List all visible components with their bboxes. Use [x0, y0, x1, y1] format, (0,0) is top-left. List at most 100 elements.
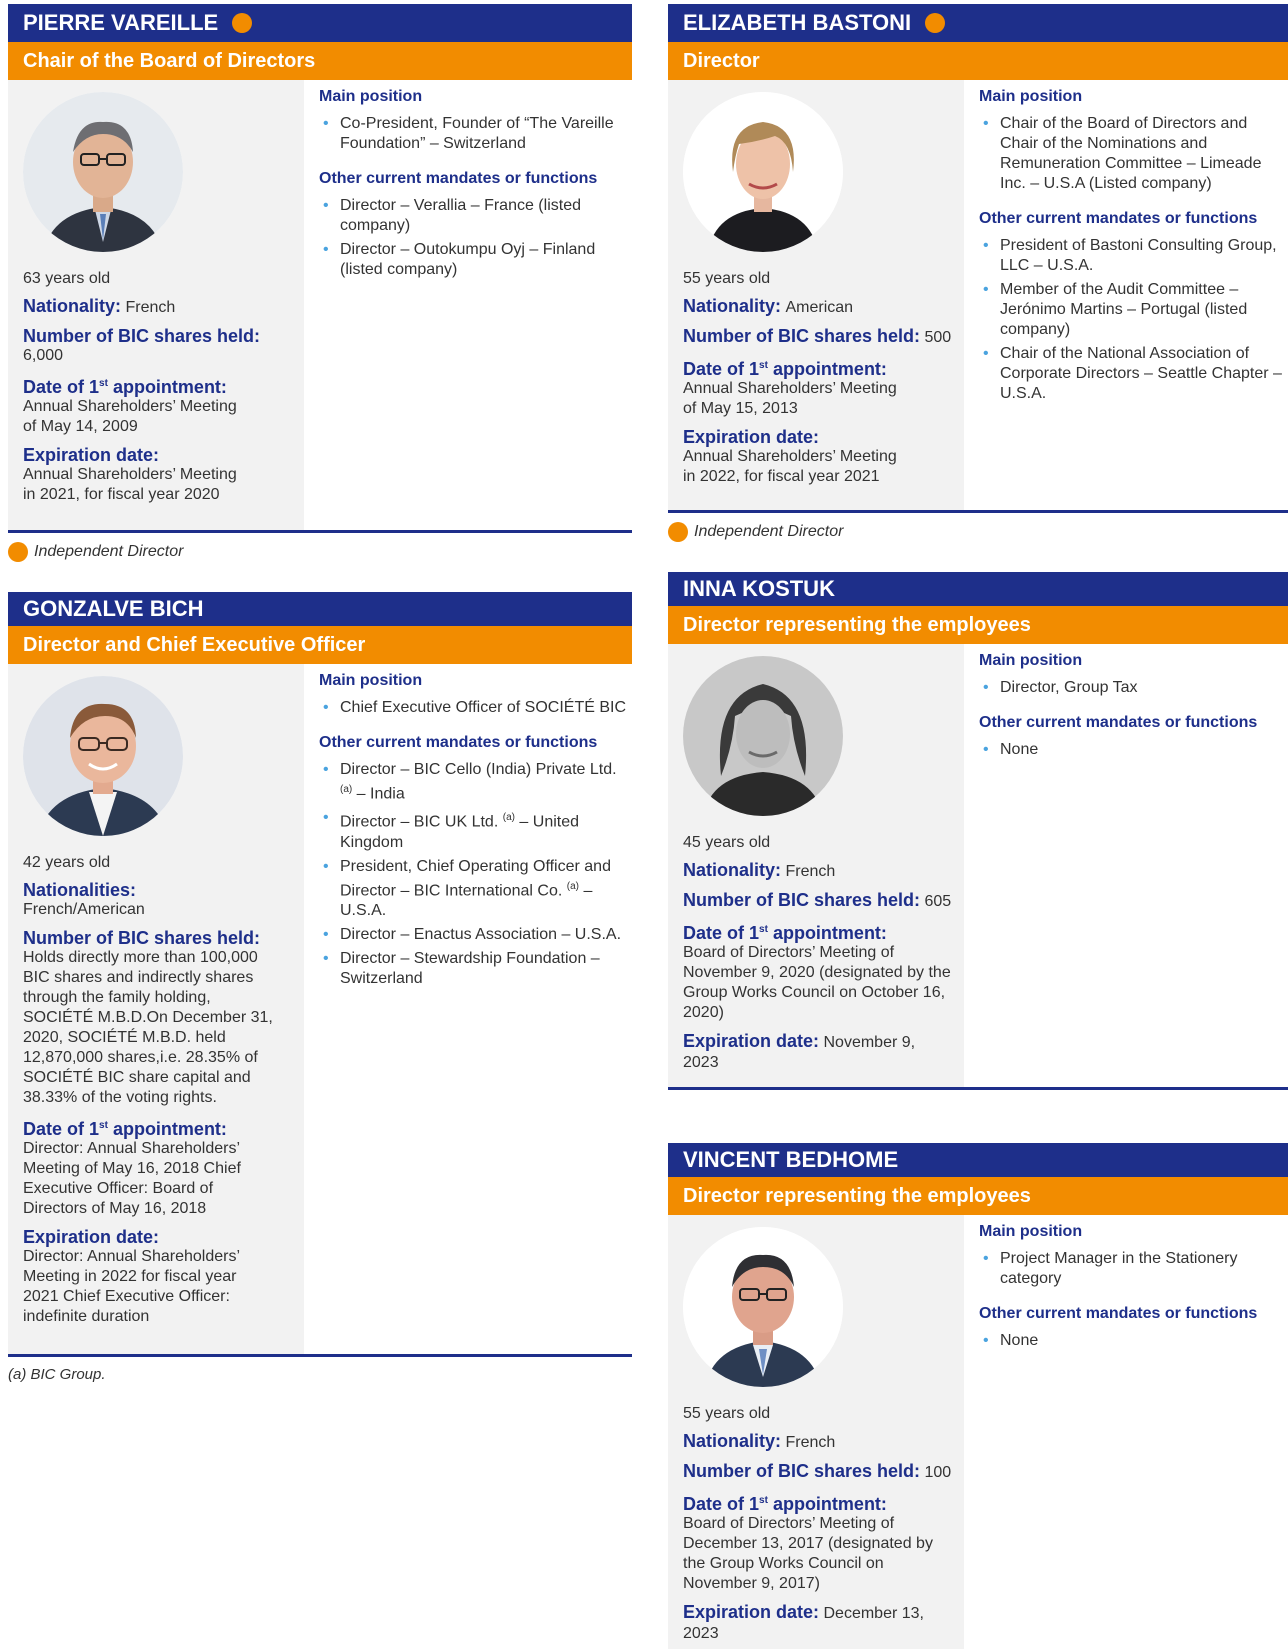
director-role: Director and Chief Executive Officer [8, 626, 632, 664]
main-position-heading: Main position [979, 1223, 1083, 1240]
nationality-label: Nationality: [683, 296, 782, 316]
first-appointment-field: Date of 1st appointment: Director: Annua… [23, 1116, 304, 1219]
list-item: None [979, 1331, 1284, 1351]
item-text: – India [352, 785, 405, 803]
director-photo [683, 92, 843, 252]
main-position-list: Director, Group Tax [979, 678, 1284, 698]
list-item: President of Bastoni Consulting Group, L… [979, 236, 1284, 276]
expiration-field: Expiration date: Annual Shareholders’ Me… [23, 445, 304, 505]
first-appointment-field: Date of 1st appointment: Board of Direct… [683, 920, 964, 1023]
label-sup: st [759, 924, 768, 935]
shares-field: Number of BIC shares held: 100 [683, 1461, 964, 1483]
nationality-label: Nationalities: [23, 880, 137, 900]
first-appointment-label: Date of 1st appointment: [683, 356, 964, 379]
nationality-value: American [785, 299, 854, 316]
footnote-ref: (a) [566, 880, 580, 892]
item-text: Director – BIC Cello (India) Private Ltd… [340, 761, 617, 778]
label-part: appointment: [107, 377, 227, 397]
nationality-value: French [125, 299, 176, 316]
label-part: Date of 1 [683, 1494, 760, 1514]
list-item: Director – Outokumpu Oyj – Finland (list… [319, 240, 628, 280]
list-item: Director – BIC Cello (India) Private Ltd… [319, 760, 628, 804]
footnote-ref: (a) [340, 784, 353, 795]
director-profile: 55 years old Nationality: French Number … [668, 1215, 964, 1649]
legend-text: Independent Director [694, 523, 844, 540]
mandates-list: Director – BIC Cello (India) Private Ltd… [319, 760, 628, 989]
independent-dot-icon [8, 542, 28, 562]
expiration-label: Expiration date: [683, 427, 820, 447]
director-body: 55 years old Nationality: American Numbe… [668, 80, 1288, 513]
list-item: Chief Executive Officer of SOCIÉTÉ BIC [319, 698, 628, 718]
shares-label: Number of BIC shares held: [683, 1461, 921, 1481]
expiration-value: Annual Shareholders’ Meeting in 2021, fo… [23, 466, 237, 503]
director-role: Director [668, 42, 1288, 80]
nationality-value: French [785, 863, 836, 880]
list-item: Director – Verallia – France (listed com… [319, 196, 628, 236]
first-appointment-label: Date of 1st appointment: [23, 374, 304, 397]
mandates-list: Director – Verallia – France (listed com… [319, 196, 628, 280]
nationality-value: French [785, 1434, 836, 1451]
expiration-field: Expiration date: Director: Annual Shareh… [23, 1227, 304, 1327]
nationality-field: Nationality: French [683, 860, 964, 882]
director-name: PIERRE VAREILLE [23, 10, 219, 35]
director-photo [683, 1227, 843, 1387]
item-text: President, Chief Operating Officer and D… [340, 857, 611, 899]
footnote: (a) BIC Group. [8, 1366, 106, 1383]
independent-dot-icon [668, 522, 688, 542]
main-position-heading: Main position [979, 652, 1083, 669]
expiration-value: Director: Annual Shareholders’ Meeting i… [23, 1248, 240, 1325]
director-name-bar: GONZALVE BICH [8, 592, 632, 626]
director-functions: Main position Director, Group Tax Other … [964, 644, 1288, 1087]
list-item: Director – Stewardship Foundation – Swit… [319, 949, 628, 989]
independent-director-legend: Independent Director [668, 522, 843, 542]
mandates-heading: Other current mandates or functions [319, 170, 598, 187]
shares-field: Number of BIC shares held: 605 [683, 890, 964, 912]
item-text: Director – BIC UK Ltd. [340, 813, 499, 831]
nationality-label: Nationality: [23, 296, 122, 316]
director-profile: 63 years old Nationality: French Number … [8, 80, 304, 530]
main-position-list: Co-President, Founder of “The Vareille F… [319, 114, 628, 154]
main-position-list: Chair of the Board of Directors and Chai… [979, 114, 1284, 194]
director-body: 45 years old Nationality: French Number … [668, 644, 1288, 1090]
shares-field: Number of BIC shares held: 6,000 [23, 326, 304, 366]
label-part: appointment: [767, 923, 887, 943]
label-part: Date of 1 [23, 1119, 100, 1139]
shares-value: 605 [924, 893, 952, 910]
first-appointment-label: Date of 1st appointment: [683, 920, 964, 943]
main-position-list: Chief Executive Officer of SOCIÉTÉ BIC [319, 698, 628, 718]
director-functions: Main position Chair of the Board of Dire… [964, 80, 1288, 510]
director-name: ELIZABETH BASTONI [683, 10, 912, 35]
mandates-heading: Other current mandates or functions [979, 1305, 1258, 1322]
director-body: 42 years old Nationalities: French/Ameri… [8, 664, 632, 1357]
mandates-list: President of Bastoni Consulting Group, L… [979, 236, 1284, 404]
director-age: 42 years old [23, 854, 111, 871]
mandates-heading: Other current mandates or functions [979, 714, 1258, 731]
label-part: appointment: [767, 1494, 887, 1514]
director-card-bich: GONZALVE BICH Director and Chief Executi… [8, 592, 632, 1357]
director-card-kostuk: INNA KOSTUK Director representing the em… [668, 572, 1288, 1090]
director-role: Chair of the Board of Directors [8, 42, 632, 80]
shares-value: 100 [924, 1464, 952, 1481]
list-item: Director, Group Tax [979, 678, 1284, 698]
first-appointment-value: Director: Annual Shareholders’ Meeting o… [23, 1140, 241, 1217]
first-appointment-value: Annual Shareholders’ Meeting of May 15, … [683, 380, 897, 417]
list-item: Co-President, Founder of “The Vareille F… [319, 114, 628, 154]
expiration-field: Expiration date: Annual Shareholders’ Me… [683, 427, 964, 487]
director-functions: Main position Project Manager in the Sta… [964, 1215, 1288, 1649]
first-appointment-field: Date of 1st appointment: Annual Sharehol… [683, 356, 964, 419]
label-part: appointment: [767, 359, 887, 379]
legend-text: Independent Director [34, 543, 184, 560]
director-photo [683, 656, 843, 816]
list-item: None [979, 740, 1284, 760]
mandates-list: None [979, 740, 1284, 760]
shares-field: Number of BIC shares held: Holds directl… [23, 928, 304, 1108]
nationality-field: Nationality: American [683, 296, 964, 318]
nationality-value: French/American [23, 901, 145, 918]
expiration-label: Expiration date: [23, 1227, 160, 1247]
shares-label: Number of BIC shares held: [683, 890, 921, 910]
label-sup: st [99, 378, 108, 389]
list-item: Director – Enactus Association – U.S.A. [319, 925, 628, 945]
main-position-heading: Main position [319, 88, 423, 105]
first-appointment-field: Date of 1st appointment: Board of Direct… [683, 1491, 964, 1594]
director-name: INNA KOSTUK [683, 576, 835, 601]
